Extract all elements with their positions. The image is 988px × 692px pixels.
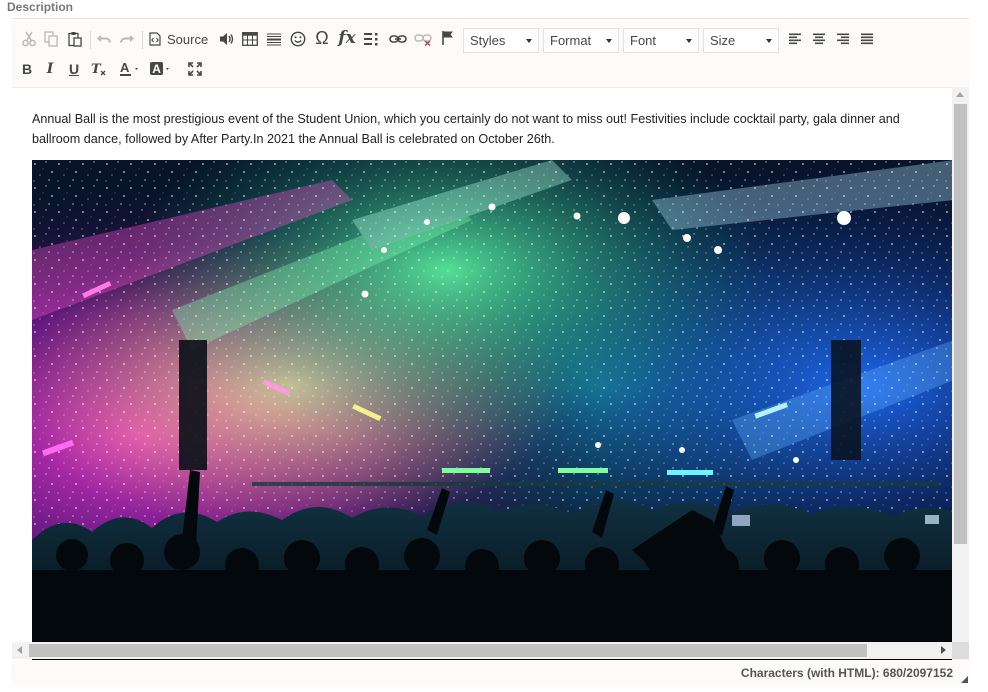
toolbar-separator	[142, 31, 143, 49]
font-label: Font	[630, 33, 657, 48]
editor-content-area[interactable]: Annual Ball is the most prestigious even…	[12, 87, 969, 660]
horizontal-scrollbar[interactable]	[12, 642, 952, 659]
background-color-icon[interactable]: A	[148, 58, 174, 80]
source-icon	[149, 32, 161, 46]
clear-format-icon[interactable]: T	[89, 58, 109, 80]
vertical-scrollbar-thumb[interactable]	[954, 104, 967, 544]
audio-icon[interactable]	[218, 28, 236, 50]
align-center-icon[interactable]	[810, 28, 828, 50]
chevron-down-icon	[686, 39, 692, 43]
scroll-left-icon[interactable]	[17, 646, 22, 654]
svg-text:A: A	[152, 62, 161, 76]
maximize-icon[interactable]	[186, 58, 204, 80]
unlink-icon[interactable]	[414, 28, 432, 50]
justify-icon[interactable]	[858, 28, 876, 50]
copy-icon[interactable]	[42, 28, 60, 50]
formula-icon[interactable]: fx	[336, 27, 358, 49]
styles-dropdown[interactable]: Styles	[463, 28, 539, 53]
scrollbar-corner	[952, 642, 969, 659]
concert-photo	[32, 160, 954, 660]
horizontal-scrollbar-thumb[interactable]	[29, 644, 867, 657]
vertical-scrollbar[interactable]	[952, 87, 969, 660]
bold-icon[interactable]: B	[18, 58, 36, 80]
link-icon[interactable]	[389, 28, 407, 50]
list-icon[interactable]	[362, 28, 380, 50]
rich-text-editor: Source Ω fx Styles Format Font Size B I …	[12, 18, 969, 685]
styles-label: Styles	[470, 33, 506, 48]
scroll-up-icon[interactable]	[956, 92, 964, 97]
resize-handle-icon[interactable]	[961, 676, 968, 683]
source-button[interactable]: Source	[149, 28, 209, 50]
table-icon[interactable]	[241, 28, 259, 50]
redo-icon[interactable]	[118, 28, 136, 50]
cut-icon[interactable]	[20, 28, 38, 50]
chevron-down-icon	[526, 39, 532, 43]
editor-status-bar: Characters (with HTML): 680/2097152	[12, 660, 969, 685]
font-dropdown[interactable]: Font	[623, 28, 699, 53]
character-count: Characters (with HTML): 680/2097152	[740, 666, 953, 680]
text-color-icon[interactable]: A	[117, 58, 143, 80]
chevron-down-icon	[606, 39, 612, 43]
description-label: Description	[7, 0, 74, 14]
toolbar-separator	[90, 31, 91, 49]
size-dropdown[interactable]: Size	[703, 28, 779, 53]
align-right-icon[interactable]	[834, 28, 852, 50]
chevron-down-icon	[766, 39, 772, 43]
event-description-paragraph: Annual Ball is the most prestigious even…	[32, 112, 900, 146]
editor-toolbar: Source Ω fx Styles Format Font Size B I …	[12, 19, 969, 87]
format-label: Format	[550, 33, 592, 48]
svg-text:A: A	[120, 61, 130, 75]
scroll-right-icon[interactable]	[941, 646, 946, 654]
omega-icon[interactable]: Ω	[313, 27, 331, 49]
undo-icon[interactable]	[95, 28, 113, 50]
horizontal-line-icon[interactable]	[265, 28, 283, 50]
italic-icon[interactable]: I	[41, 58, 59, 80]
source-label: Source	[167, 31, 209, 47]
smiley-icon[interactable]	[289, 28, 307, 50]
svg-text:T: T	[91, 62, 102, 77]
flag-icon[interactable]	[439, 27, 457, 49]
paste-icon[interactable]	[66, 28, 84, 50]
underline-icon[interactable]: U	[65, 58, 83, 80]
align-left-icon[interactable]	[786, 28, 804, 50]
format-dropdown[interactable]: Format	[543, 28, 619, 53]
size-label: Size	[710, 33, 736, 48]
